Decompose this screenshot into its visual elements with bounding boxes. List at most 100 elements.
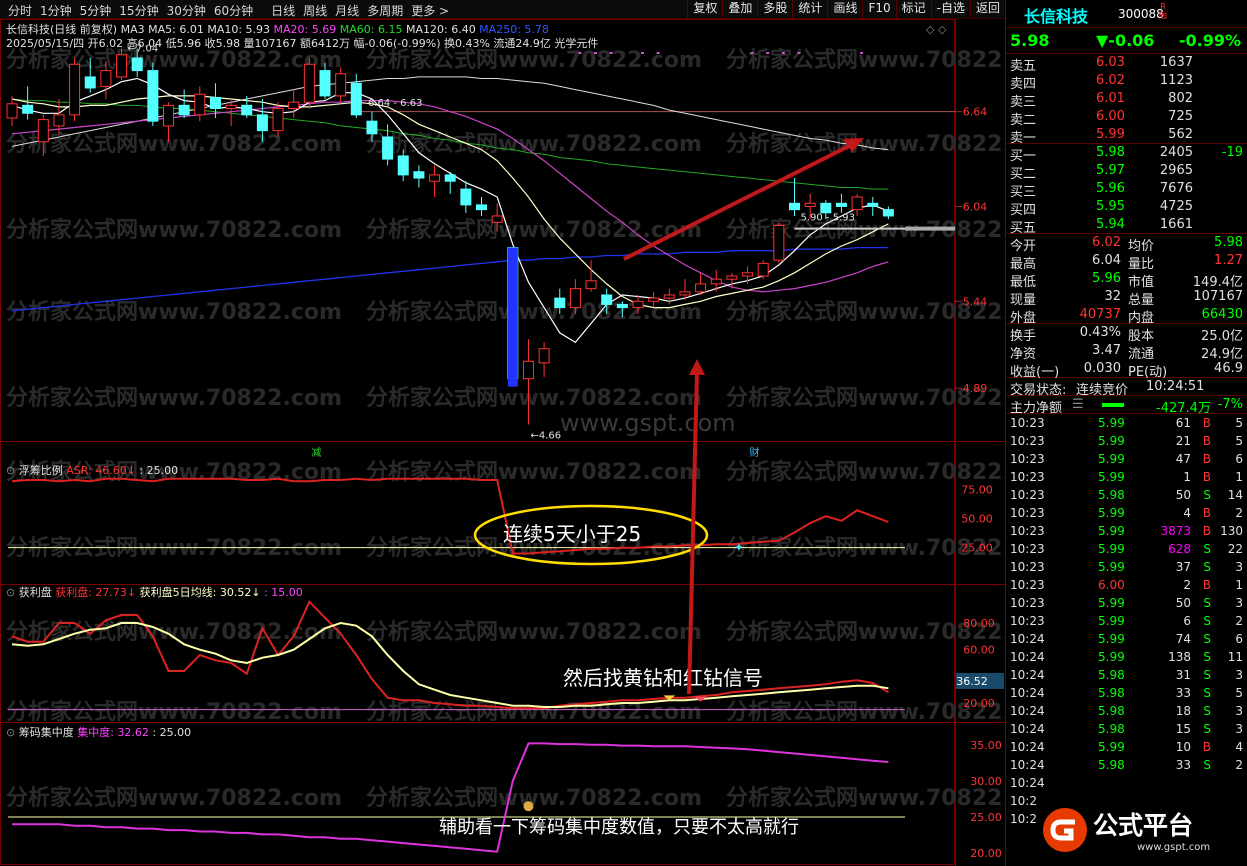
candle-body[interactable] (601, 294, 613, 305)
chart-settings-icons[interactable]: ◇ ◇ (926, 23, 946, 36)
candle-body[interactable] (429, 174, 441, 182)
kline-chart-area[interactable]: 分析家公式网www.70822.com 分析家公式网www.70822.com 分析… (0, 19, 1005, 866)
candle-body[interactable] (178, 104, 190, 116)
period-tab-0[interactable]: 分时 (4, 2, 36, 19)
tick-price: 5.98 (1098, 488, 1125, 502)
candle-body[interactable] (69, 63, 81, 116)
candle-body[interactable] (131, 57, 143, 72)
tool-button-2[interactable]: 多股 (757, 0, 792, 19)
candle-body[interactable] (742, 272, 754, 277)
tool-button-8[interactable]: 返回 (969, 0, 1005, 19)
candle-body[interactable] (789, 202, 800, 211)
candle-body[interactable] (303, 63, 315, 103)
tool-button-1[interactable]: 叠加 (722, 0, 757, 19)
tool-button-7[interactable]: -自选 (930, 0, 970, 19)
period-tab-3[interactable]: 15分钟 (115, 2, 162, 19)
candle-body[interactable] (460, 188, 472, 206)
candle-body[interactable] (538, 348, 550, 364)
period-tab-9[interactable]: 多周期 (363, 2, 407, 19)
candle-body[interactable] (241, 104, 253, 116)
ask-price[interactable]: 6.02 (1096, 73, 1125, 88)
bid-price[interactable]: 5.96 (1096, 181, 1125, 196)
candle-body[interactable] (867, 202, 879, 207)
candle-body[interactable] (366, 120, 378, 135)
tick-count: 1 (1235, 578, 1243, 592)
tick-list[interactable]: 10:23 5.99 61 B 5 10:23 5.99 21 B 5 10:23 5.99 47 B 6 1… (1006, 414, 1247, 828)
candle-body[interactable] (804, 202, 816, 207)
ask-price[interactable]: 5.99 (1096, 127, 1125, 142)
candle-body[interactable] (663, 294, 675, 299)
candle-body[interactable] (679, 291, 691, 296)
candle-body[interactable] (22, 104, 34, 114)
sub2-axis-label: 60.00 (963, 644, 995, 657)
candle-body[interactable] (413, 171, 425, 179)
candle-body[interactable] (851, 196, 863, 211)
candle-body[interactable] (382, 136, 394, 160)
candle-body[interactable] (491, 215, 503, 223)
candle-body[interactable] (6, 103, 18, 119)
period-tab-6[interactable]: 日线 (257, 2, 299, 19)
period-tab-1[interactable]: 1分钟 (36, 2, 76, 19)
candle-body[interactable] (116, 54, 128, 78)
stat-value: 3.47 (1092, 343, 1121, 358)
candle-body[interactable] (319, 70, 331, 97)
candle-body[interactable] (632, 300, 644, 309)
candle-body[interactable] (256, 114, 268, 132)
candle-body[interactable] (726, 275, 738, 280)
candle-body[interactable] (773, 224, 785, 261)
candle-body[interactable] (225, 104, 237, 110)
candle-body[interactable] (616, 303, 628, 309)
ask-price[interactable]: 6.01 (1096, 91, 1125, 106)
menu-icon[interactable]: ☰ (1072, 397, 1084, 412)
candle-body[interactable] (522, 360, 534, 380)
candle-body[interactable] (820, 202, 832, 214)
candle-body[interactable] (476, 204, 487, 211)
ask-price[interactable]: 6.03 (1096, 55, 1125, 70)
candle-body[interactable] (37, 119, 49, 143)
candle-body[interactable] (648, 297, 660, 302)
period-tab-4[interactable]: 30分钟 (163, 2, 210, 19)
tool-button-6[interactable]: 标记 (895, 0, 931, 19)
candle-body[interactable] (710, 278, 722, 285)
candle-body[interactable] (84, 76, 96, 89)
candle-body[interactable] (757, 262, 769, 277)
candle-body[interactable] (194, 93, 206, 116)
event-mark[interactable]: 减 (311, 447, 321, 459)
candle-body[interactable] (835, 202, 847, 207)
candle-body[interactable] (209, 96, 221, 110)
candle-body[interactable] (444, 174, 456, 182)
period-tab-8[interactable]: 月线 (331, 2, 363, 19)
candle-body[interactable] (53, 114, 65, 127)
candle-body[interactable] (569, 288, 581, 309)
bid-price[interactable]: 5.95 (1096, 199, 1125, 214)
candle-body[interactable] (882, 209, 894, 217)
period-tab-2[interactable]: 5分钟 (76, 2, 116, 19)
tool-button-5[interactable]: F10 (862, 0, 895, 19)
period-tab-10[interactable]: 更多 > (407, 2, 453, 19)
event-mark[interactable]: 财 (750, 446, 760, 459)
quote-row: 卖五 6.03 1637 (1006, 54, 1247, 74)
tool-button-4[interactable]: 画线 (827, 0, 862, 19)
period-tab-5[interactable]: 60分钟 (210, 2, 257, 19)
candle-body[interactable] (163, 104, 174, 127)
candle-body[interactable] (585, 280, 597, 290)
collapse-icon[interactable]: ⊙ (6, 586, 15, 599)
bid-price[interactable]: 5.94 (1096, 217, 1125, 232)
bid-price[interactable]: 5.97 (1096, 163, 1125, 178)
period-tab-7[interactable]: 周线 (299, 2, 331, 19)
ask-price[interactable]: 6.00 (1096, 109, 1125, 124)
candle-body[interactable] (397, 155, 409, 176)
bid-price[interactable]: 5.98 (1096, 145, 1125, 160)
collapse-icon[interactable]: ⊙ (6, 464, 15, 477)
candle-body[interactable] (554, 297, 566, 309)
candle-body[interactable] (147, 70, 159, 122)
candle-body[interactable] (335, 73, 347, 97)
candle-body[interactable] (695, 283, 707, 293)
candle-body[interactable] (272, 108, 284, 132)
candle-body[interactable] (350, 82, 362, 116)
tool-button-3[interactable]: 统计 (792, 0, 827, 19)
tool-button-0[interactable]: 复权 (687, 0, 722, 19)
candle-body[interactable] (288, 101, 300, 110)
candle-body[interactable] (100, 70, 112, 87)
collapse-icon[interactable]: ⊙ (6, 726, 15, 739)
